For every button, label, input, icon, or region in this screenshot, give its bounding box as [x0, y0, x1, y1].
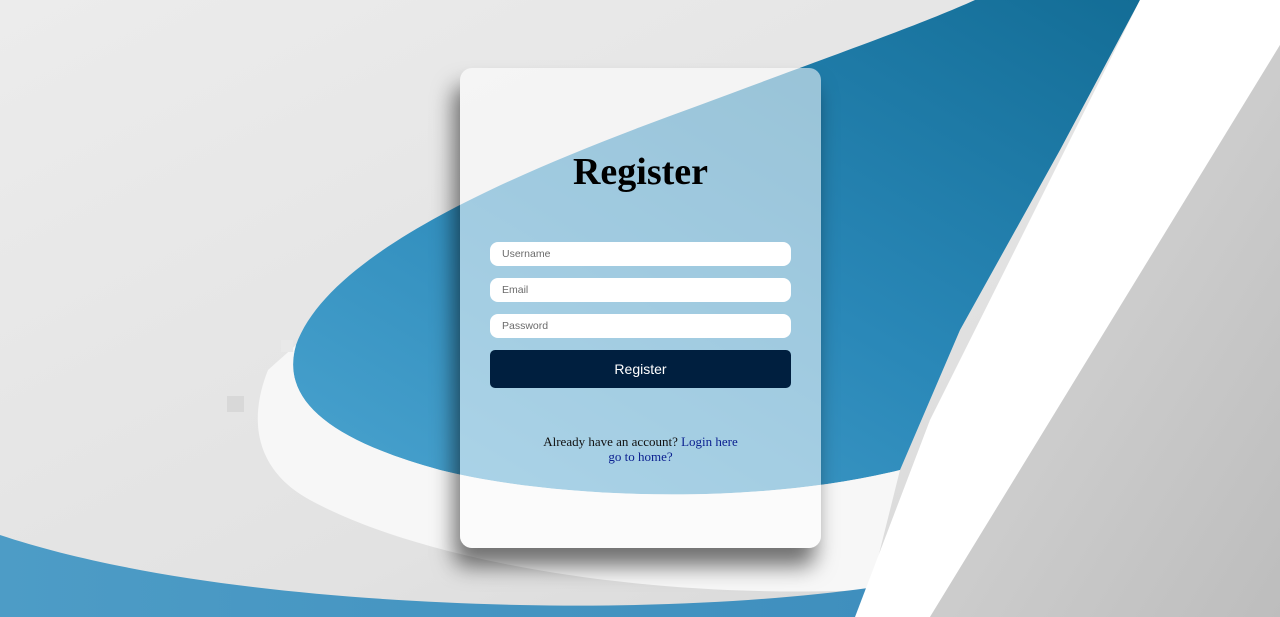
login-link[interactable]: Login here: [681, 434, 738, 449]
home-link[interactable]: go to home?: [608, 449, 672, 464]
register-card: Register Register Already have an accoun…: [460, 68, 821, 548]
footer-links: Already have an account? Login here go t…: [460, 434, 821, 464]
page-title: Register: [572, 151, 709, 193]
password-input[interactable]: [490, 314, 791, 338]
email-input[interactable]: [490, 278, 791, 302]
username-input[interactable]: [490, 242, 791, 266]
login-prompt-line: Already have an account? Login here: [460, 434, 821, 449]
account-prompt-text: Already have an account?: [543, 434, 678, 449]
home-link-line: go to home?: [460, 449, 821, 464]
register-button[interactable]: Register: [490, 350, 791, 388]
